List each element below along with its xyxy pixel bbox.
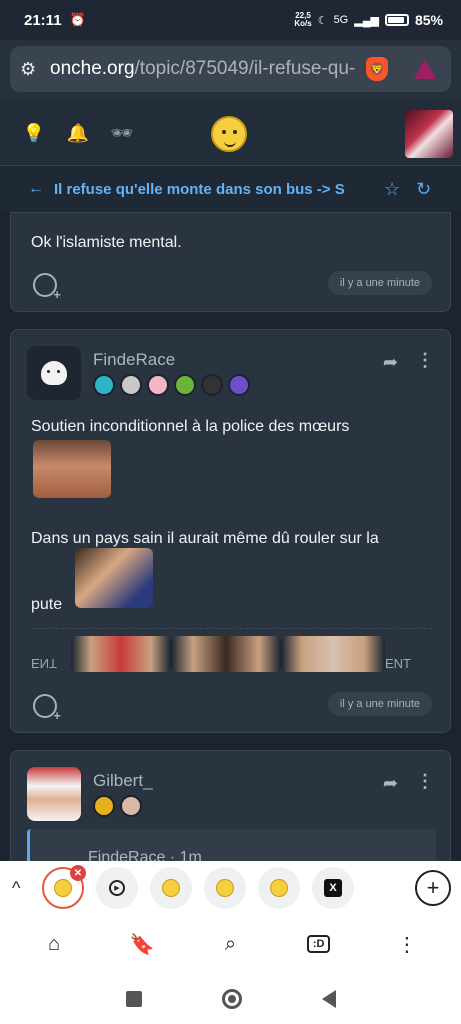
sticker-image <box>75 548 153 608</box>
home-button-icon[interactable] <box>221 988 242 1009</box>
add-reaction-icon[interactable] <box>33 694 61 723</box>
battery-percent: 85% <box>414 12 443 28</box>
badge-icon <box>120 795 142 817</box>
url-text[interactable]: onche.org/topic/875049/il-refuse-qu-e <box>50 58 356 80</box>
home-icon[interactable]: ⌂ <box>34 924 74 964</box>
network-speed: 22,5 Ko/s <box>294 11 312 28</box>
site-header: 💡 🔔 🕶 <box>0 102 461 166</box>
badge-icon <box>120 374 142 396</box>
tab-onche-active[interactable]: ✕ <box>42 865 86 909</box>
author-avatar[interactable] <box>27 767 81 821</box>
sticker-image <box>33 440 111 498</box>
menu-icon[interactable]: ⋮ <box>387 924 427 964</box>
back-icon[interactable] <box>321 989 336 1008</box>
x-logo-icon: X <box>324 879 342 897</box>
tab-media[interactable]: ▶ <box>96 867 138 909</box>
spy-icon[interactable]: 🕶 <box>110 122 134 146</box>
browser-toolbar: ⚙ onche.org/topic/875049/il-refuse-qu-e … <box>0 40 461 102</box>
signature-image <box>171 636 281 672</box>
bell-icon[interactable]: 🔔 <box>66 122 90 146</box>
post-text: Soutien inconditionnel à la police des m… <box>31 418 350 435</box>
signal-icon: ▂▄▆ <box>354 14 379 27</box>
lightbulb-icon[interactable]: 💡 <box>22 122 46 146</box>
bookmark-icon[interactable]: 🔖 <box>122 924 162 964</box>
network-type: 5G <box>333 14 349 26</box>
add-reaction-icon[interactable] <box>33 273 61 302</box>
share-icon[interactable]: ➦ <box>383 352 398 373</box>
author-badges <box>93 795 142 817</box>
brave-rewards-icon[interactable] <box>414 59 436 79</box>
signature-image <box>71 636 171 672</box>
badge-icon <box>147 374 169 396</box>
author-avatar[interactable] <box>27 346 81 400</box>
back-arrow-icon[interactable]: ← <box>28 180 44 198</box>
moon-icon: ☾ <box>317 14 328 27</box>
tab-x[interactable]: X <box>312 867 354 909</box>
brave-shields-icon[interactable]: 🦁 <box>366 57 388 81</box>
site-logo[interactable] <box>211 116 247 152</box>
battery-icon <box>384 14 409 26</box>
play-icon: ▶ <box>109 880 125 896</box>
post-card: FindeRace ➦ ⋮ Soutien inconditionnel à l… <box>10 329 451 733</box>
author-badges <box>93 374 250 396</box>
ghost-face-icon <box>41 361 67 385</box>
close-tab-icon[interactable]: ✕ <box>70 865 86 881</box>
signature-text: ENT <box>31 656 57 671</box>
status-indicators: 22,5 Ko/s ☾ 5G ▂▄▆ 85% <box>294 11 443 29</box>
post-text: Dans un pays sain il aurait même dû roul… <box>31 530 379 547</box>
site-settings-icon[interactable]: ⚙ <box>20 59 40 80</box>
tab-onche[interactable] <box>150 867 192 909</box>
status-time: 21:11 <box>24 11 62 29</box>
signature-divider <box>31 628 432 629</box>
tab-count: :D <box>306 935 331 953</box>
tab-onche[interactable] <box>258 867 300 909</box>
share-icon[interactable]: ➦ <box>383 773 398 794</box>
browser-bottom-nav: ⌂ 🔖 ⌕ :D ⋮ <box>0 915 461 973</box>
post-time: il y a une minute <box>327 271 432 295</box>
search-icon[interactable]: ⌕ <box>210 924 250 964</box>
post-text: Ok l'islamiste mental. <box>31 234 182 251</box>
topic-bar: ← Il refuse qu'elle monte dans son bus -… <box>0 166 461 212</box>
recents-icon[interactable] <box>125 990 142 1007</box>
signature-text: ENT <box>385 656 411 671</box>
smiley-icon <box>270 879 288 897</box>
tab-strip: ^ ✕ ▶ X + <box>0 861 461 915</box>
badge-icon <box>228 374 250 396</box>
alarm-icon: ⏰ <box>69 12 86 27</box>
star-icon[interactable]: ☆ <box>384 179 400 200</box>
author-name[interactable]: FindeRace <box>93 350 175 370</box>
tab-onche[interactable] <box>204 867 246 909</box>
address-bar[interactable]: ⚙ onche.org/topic/875049/il-refuse-qu-e … <box>10 46 451 92</box>
new-tab-button[interactable]: + <box>415 870 451 906</box>
post-time: il y a une minute <box>327 692 432 716</box>
status-bar: 21:11 ⏰ 22,5 Ko/s ☾ 5G ▂▄▆ 85% <box>0 0 461 40</box>
more-options-icon[interactable]: ⋮ <box>416 350 434 371</box>
tabs-button[interactable]: :D <box>299 924 339 964</box>
user-avatar[interactable] <box>405 110 453 158</box>
badge-icon <box>93 374 115 396</box>
smiley-icon <box>54 879 72 897</box>
badge-icon <box>93 795 115 817</box>
system-nav-bar <box>0 973 461 1024</box>
post-text: pute <box>31 596 63 613</box>
smiley-icon <box>216 879 234 897</box>
more-options-icon[interactable]: ⋮ <box>416 771 434 792</box>
badge-icon <box>174 374 196 396</box>
topic-title[interactable]: Il refuse qu'elle monte dans son bus -> … <box>54 181 372 198</box>
smiley-icon <box>162 879 180 897</box>
post-card: Ok l'islamiste mental. il y a une minute <box>10 212 451 312</box>
refresh-icon[interactable]: ↻ <box>416 179 431 200</box>
author-name[interactable]: Gilbert_ <box>93 771 153 791</box>
badge-icon <box>201 374 223 396</box>
collapse-tabs-icon[interactable]: ^ <box>12 878 42 899</box>
signature-image <box>281 636 385 672</box>
